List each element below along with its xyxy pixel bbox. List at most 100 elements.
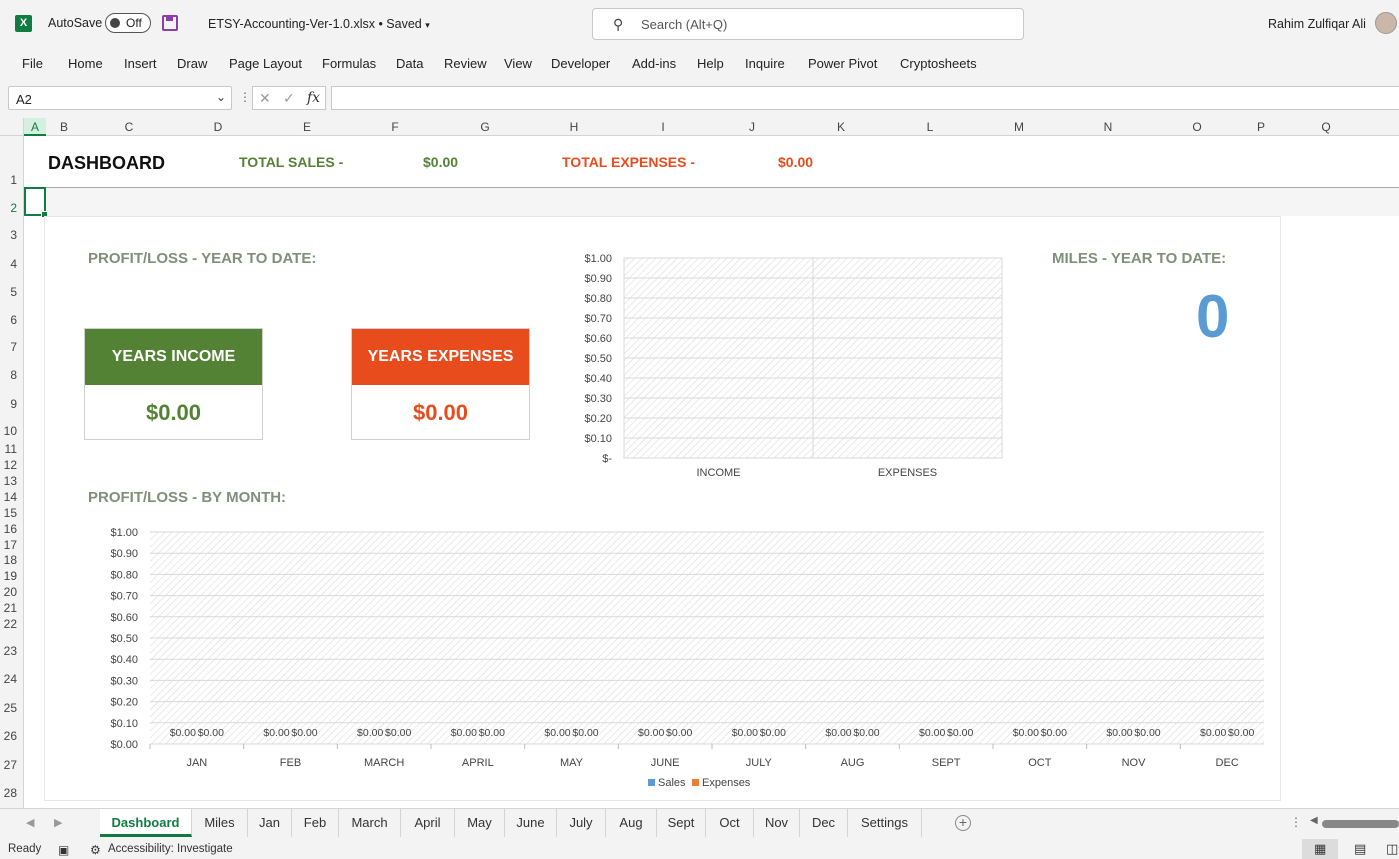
row-header-24[interactable]: 24 — [4, 672, 17, 686]
column-header-m[interactable]: M — [1009, 120, 1029, 134]
menu-insert[interactable]: Insert — [124, 56, 157, 71]
row-header-28[interactable]: 28 — [4, 786, 17, 800]
row-header-7[interactable]: 7 — [10, 340, 17, 354]
column-header-p[interactable]: P — [1251, 120, 1271, 134]
menu-page-layout[interactable]: Page Layout — [229, 56, 302, 71]
menu-add-ins[interactable]: Add-ins — [632, 56, 676, 71]
column-header-d[interactable]: D — [208, 120, 228, 134]
add-sheet-icon[interactable]: + — [955, 815, 971, 831]
cancel-icon[interactable]: ✕ — [259, 90, 271, 107]
tab-miles[interactable]: Miles — [192, 809, 248, 837]
tab-dec[interactable]: Dec — [800, 809, 848, 837]
save-icon[interactable] — [162, 15, 178, 31]
row-header-1[interactable]: 1 — [10, 173, 17, 187]
row-header-26[interactable]: 26 — [4, 729, 17, 743]
formula-input[interactable] — [331, 86, 1399, 110]
page-break-view-button[interactable]: ◫ — [1382, 839, 1399, 859]
column-header-b[interactable]: B — [54, 120, 74, 134]
row-header-8[interactable]: 8 — [10, 368, 17, 382]
normal-view-button[interactable]: ▦ — [1302, 839, 1338, 859]
column-header-i[interactable]: I — [653, 120, 673, 134]
column-header-h[interactable]: H — [564, 120, 584, 134]
column-header-g[interactable]: G — [475, 120, 495, 134]
select-all-corner[interactable] — [0, 118, 24, 136]
accessibility-status[interactable]: Accessibility: Investigate — [108, 843, 233, 855]
ytd-bar-chart[interactable]: $- $0.10 $0.20 $0.30 $0.40 $0.50 $0.60 $0.70 $0.… — [574, 248, 1014, 484]
row-header-12[interactable]: 12 — [4, 458, 17, 472]
row-header-22[interactable]: 22 — [4, 617, 17, 631]
row-header-3[interactable]: 3 — [10, 228, 17, 242]
page-layout-view-button[interactable]: ▤ — [1342, 839, 1378, 859]
name-box[interactable]: A2 ⌄ — [8, 86, 232, 110]
row-header-4[interactable]: 4 — [10, 257, 17, 271]
column-header-c[interactable]: C — [119, 120, 139, 134]
row-header-6[interactable]: 6 — [10, 313, 17, 327]
row-header-17[interactable]: 17 — [4, 538, 17, 552]
accessibility-icon[interactable]: ⚙ — [90, 843, 101, 857]
tab-may[interactable]: May — [455, 809, 505, 837]
tab-oct[interactable]: Oct — [706, 809, 754, 837]
column-header-l[interactable]: L — [920, 120, 940, 134]
menu-inquire[interactable]: Inquire — [745, 56, 785, 71]
row-header-10[interactable]: 10 — [4, 424, 17, 438]
row-header-19[interactable]: 19 — [4, 569, 17, 583]
row-header-18[interactable]: 18 — [4, 553, 17, 567]
row-header-13[interactable]: 13 — [4, 474, 17, 488]
row-header-2[interactable]: 2 — [10, 201, 17, 215]
tab-july[interactable]: July — [557, 809, 606, 837]
row-header-25[interactable]: 25 — [4, 701, 17, 715]
row-header-9[interactable]: 9 — [10, 397, 17, 411]
avatar[interactable] — [1375, 12, 1397, 34]
file-name[interactable]: ETSY-Accounting-Ver-1.0.xlsx • Saved ▾ — [208, 17, 430, 31]
column-header-n[interactable]: N — [1098, 120, 1118, 134]
menu-review[interactable]: Review — [444, 56, 487, 71]
row-header-11[interactable]: 11 — [5, 442, 17, 456]
more-options-icon[interactable]: ⋮ — [239, 90, 251, 104]
tab-settings[interactable]: Settings — [848, 809, 922, 837]
menu-power-pivot[interactable]: Power Pivot — [808, 56, 877, 71]
column-header-k[interactable]: K — [831, 120, 851, 134]
column-header-j[interactable]: J — [742, 120, 762, 134]
tab-april[interactable]: April — [401, 809, 455, 837]
scroll-left-icon[interactable]: ◀ — [1310, 815, 1318, 826]
monthly-bar-chart[interactable]: $0.00 $0.10 $0.20 $0.30 $0.40 $0.50 $0.60 $0.70… — [74, 524, 1264, 798]
tab-dashboard[interactable]: Dashboard — [100, 809, 192, 837]
worksheet-grid[interactable]: DASHBOARD TOTAL SALES - $0.00 TOTAL EXPE… — [24, 136, 1399, 808]
row-header-14[interactable]: 14 — [4, 490, 17, 504]
column-header-a[interactable]: A — [25, 120, 45, 134]
row-header-27[interactable]: 27 — [4, 758, 17, 772]
row-header-15[interactable]: 15 — [4, 506, 17, 520]
row-header-5[interactable]: 5 — [10, 285, 17, 299]
search-box[interactable]: ⚲ Search (Alt+Q) — [592, 8, 1024, 40]
tab-sept[interactable]: Sept — [657, 809, 706, 837]
column-header-e[interactable]: E — [297, 120, 317, 134]
more-tabs-icon[interactable]: ⋮ — [1290, 815, 1302, 829]
menu-draw[interactable]: Draw — [177, 56, 207, 71]
row-header-20[interactable]: 20 — [4, 585, 17, 599]
row-header-23[interactable]: 23 — [4, 644, 17, 658]
menu-formulas[interactable]: Formulas — [322, 56, 376, 71]
column-header-f[interactable]: F — [385, 120, 405, 134]
selected-cell[interactable] — [24, 187, 48, 218]
autosave-toggle[interactable]: Off — [105, 13, 151, 33]
enter-icon[interactable]: ✓ — [283, 90, 295, 107]
menu-home[interactable]: Home — [68, 56, 103, 71]
menu-file[interactable]: File — [22, 56, 43, 71]
row-header-16[interactable]: 16 — [4, 522, 17, 536]
insert-function-icon[interactable]: fx — [307, 90, 320, 106]
user-name[interactable]: Rahim Zulfiqar Ali — [1268, 17, 1366, 31]
macro-icon[interactable]: ▣ — [58, 843, 69, 857]
menu-data[interactable]: Data — [396, 56, 423, 71]
tab-feb[interactable]: Feb — [292, 809, 339, 837]
menu-help[interactable]: Help — [697, 56, 724, 71]
column-header-o[interactable]: O — [1187, 120, 1207, 134]
tab-june[interactable]: June — [505, 809, 557, 837]
tab-jan[interactable]: Jan — [248, 809, 292, 837]
menu-view[interactable]: View — [504, 56, 532, 71]
scroll-tabs-right-icon[interactable]: ▶ — [54, 816, 62, 829]
tab-nov[interactable]: Nov — [754, 809, 800, 837]
horizontal-scrollbar[interactable] — [1322, 820, 1399, 828]
tab-aug[interactable]: Aug — [606, 809, 657, 837]
column-header-q[interactable]: Q — [1316, 120, 1336, 134]
menu-developer[interactable]: Developer — [551, 56, 610, 71]
